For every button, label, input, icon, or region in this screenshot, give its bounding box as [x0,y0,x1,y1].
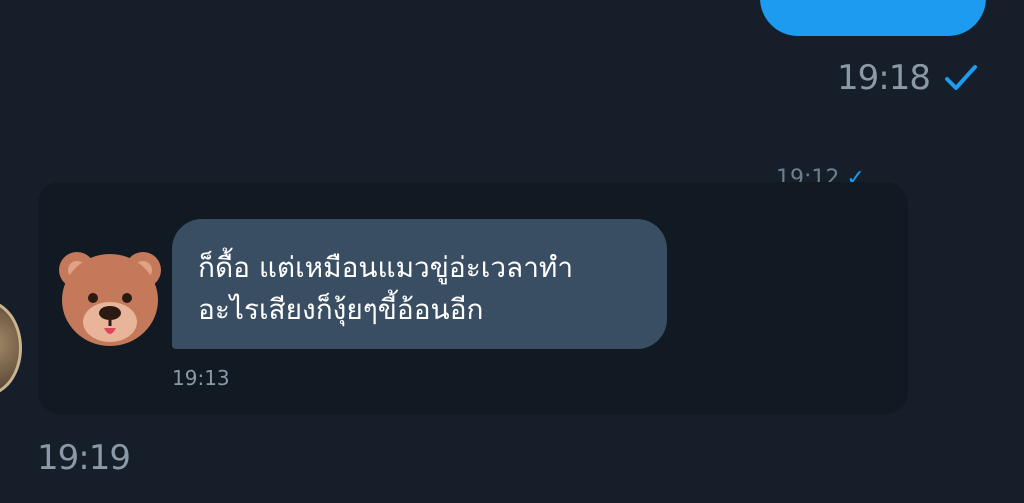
dm-conversation: 19:18 19:12 ✓ ก็ดื้อ แต่เหมือนแมวขู่อ่ะเ… [0,0,1024,503]
bear-face-icon [55,240,165,356]
quoted-card-check-icon: ✓ [846,166,865,183]
quoted-card-time-partial: 19:12 ✓ [776,162,865,183]
outgoing-message-time: 19:18 [837,58,931,98]
check-icon [944,63,978,93]
incoming-message-text: ก็ดื้อ แต่เหมือนแมวขู่อ่ะเวลาทำ อะไรเสีย… [198,251,574,326]
quoted-card-time-text: 19:12 [776,166,840,183]
incoming-message-time: 19:13 [172,366,230,390]
outgoing-message-bubble[interactable] [760,0,986,36]
sender-avatar[interactable] [0,300,22,396]
incoming-message-bubble[interactable]: ก็ดื้อ แต่เหมือนแมวขู่อ่ะเวลาทำ อะไรเสีย… [172,219,667,349]
outgoing-message-meta: 19:18 [837,58,978,98]
latest-message-time: 19:19 [37,438,131,478]
